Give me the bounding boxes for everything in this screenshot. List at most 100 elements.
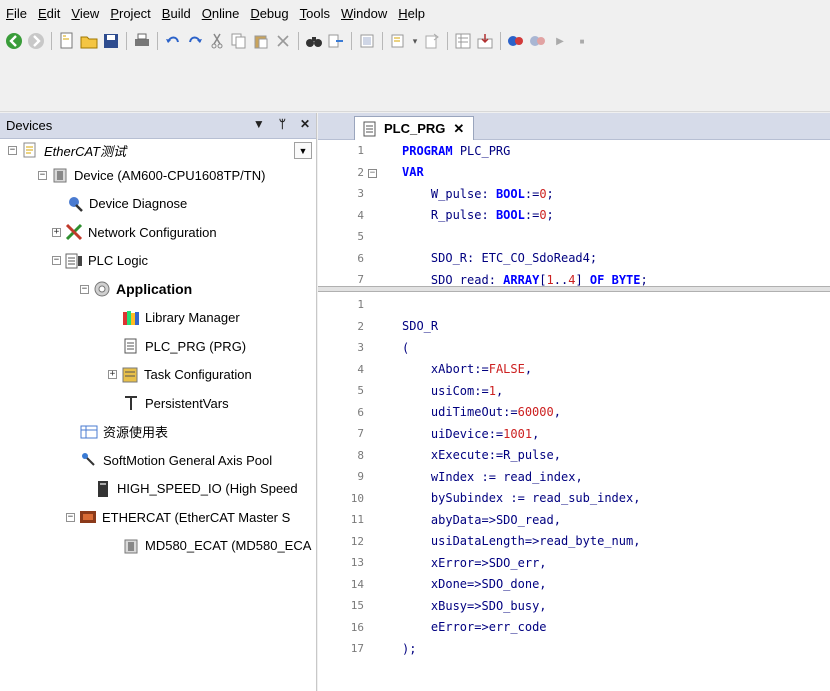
code-line[interactable]: 1 <box>318 294 830 316</box>
menu-view[interactable]: View <box>69 4 108 23</box>
logout-icon[interactable] <box>528 31 548 51</box>
tree-item-ethercat-master[interactable]: − ETHERCAT (EtherCAT Master S <box>0 503 316 532</box>
root-dropdown-icon[interactable]: ▼ <box>294 142 312 159</box>
menu-project[interactable]: Project <box>108 4 159 23</box>
tree-item-high-speed-io[interactable]: HIGH_SPEED_IO (High Speed <box>0 475 316 504</box>
code-text: ( <box>402 341 409 355</box>
collapse-icon[interactable]: − <box>52 256 61 266</box>
tree-item-library-manager[interactable]: Library Manager <box>0 304 316 333</box>
code-line[interactable]: 15 xBusy=>SDO_busy, <box>318 595 830 617</box>
code-token: usiCom <box>430 383 475 398</box>
menu-edit[interactable]: Edit <box>36 4 69 23</box>
menu-tools[interactable]: Tools <box>298 4 339 23</box>
forward-icon[interactable] <box>26 31 46 51</box>
tree-item-resource-table[interactable]: 资源使用表 <box>0 418 316 447</box>
code-line[interactable]: 17); <box>318 638 830 660</box>
build-icon[interactable] <box>453 31 473 51</box>
collapse-icon[interactable]: − <box>66 512 75 522</box>
cut-icon[interactable] <box>207 31 227 51</box>
undo-icon[interactable] <box>163 31 183 51</box>
tree-item-plc-logic[interactable]: − PLC Logic <box>0 247 316 276</box>
dropdown-arrow-icon[interactable]: ▾ <box>410 31 420 51</box>
open-folder-icon[interactable] <box>79 31 99 51</box>
close-tab-icon[interactable]: ✕ <box>453 121 464 137</box>
add-object-icon[interactable] <box>388 31 408 51</box>
code-line[interactable]: 13 xError=>SDO_err, <box>318 552 830 574</box>
pin-icon[interactable]: ᛘ <box>279 117 286 131</box>
tree-item-application[interactable]: − Application <box>0 275 316 304</box>
menu-window[interactable]: Window <box>339 4 396 23</box>
print-icon[interactable] <box>132 31 152 51</box>
expand-icon[interactable]: + <box>108 370 117 380</box>
delete-icon[interactable] <box>273 31 293 51</box>
run-icon[interactable]: ▶ <box>550 31 570 51</box>
code-line[interactable]: 1 PROGRAM PLC_PRG <box>318 140 830 162</box>
code-line[interactable]: 5 <box>318 226 830 248</box>
close-icon[interactable]: ✕ <box>300 117 310 131</box>
code-line[interactable]: 7 uiDevice:=1001, <box>318 423 830 445</box>
code-line[interactable]: 6 SDO_R: ETC_CO_SdoRead4; <box>318 248 830 270</box>
menu-online[interactable]: Online <box>200 4 249 23</box>
code-line[interactable]: 2 SDO_R <box>318 316 830 338</box>
select-all-icon[interactable] <box>357 31 377 51</box>
code-line[interactable]: 12 usiDataLength=>read_byte_num, <box>318 531 830 553</box>
back-icon[interactable] <box>4 31 24 51</box>
tree-item-device-diagnose[interactable]: Device Diagnose <box>0 190 316 219</box>
find-icon[interactable] <box>304 31 324 51</box>
menu-build[interactable]: Build <box>160 4 200 23</box>
redo-icon[interactable] <box>185 31 205 51</box>
code-line[interactable]: 2− VAR <box>318 162 830 184</box>
line-number: 2 <box>357 165 364 179</box>
menu-file[interactable]: File <box>4 4 36 23</box>
code-line[interactable]: 5 usiCom:=1, <box>318 380 830 402</box>
tree-item-persistent-vars[interactable]: PersistentVars <box>0 389 316 418</box>
menu-debug[interactable]: Debug <box>248 4 297 23</box>
network-config-icon <box>65 223 83 241</box>
code-token: R_pulse <box>503 448 554 463</box>
tree-item-axis-pool[interactable]: SoftMotion General Axis Pool <box>0 446 316 475</box>
tree-item-task-configuration[interactable]: + Task Configuration <box>0 361 316 390</box>
code-token: , <box>539 598 547 613</box>
tab-plc-prg[interactable]: PLC_PRG ✕ <box>354 116 474 140</box>
collapse-icon[interactable]: − <box>38 170 47 180</box>
code-token: ; <box>589 251 598 266</box>
line-number: 5 <box>357 384 364 398</box>
download-icon[interactable] <box>475 31 495 51</box>
implementation-pane[interactable]: 1 2 SDO_R 3(4 xAbort:=FALSE, 5 usiCom:=1, 6 u… <box>318 292 830 660</box>
code-line[interactable]: 3 W_pulse: BOOL:=0; <box>318 183 830 205</box>
tree-item-device[interactable]: − Device (AM600-CPU1608TP/TN) <box>0 161 316 190</box>
fold-icon[interactable]: − <box>368 168 377 178</box>
collapse-icon[interactable]: − <box>80 284 89 294</box>
copy-icon[interactable] <box>229 31 249 51</box>
menu-help[interactable]: Help <box>396 4 434 23</box>
save-icon[interactable] <box>101 31 121 51</box>
declaration-pane[interactable]: 1 PROGRAM PLC_PRG 2− VAR 3 W_pulse: BOOL:=0;… <box>318 140 830 286</box>
stop-icon[interactable]: ■ <box>572 31 592 51</box>
code-line[interactable]: 8 xExecute:=R_pulse, <box>318 445 830 467</box>
code-line[interactable]: 11 abyData=>SDO_read, <box>318 509 830 531</box>
new-file-icon[interactable] <box>57 31 77 51</box>
tree-item-plc-prg[interactable]: PLC_PRG (PRG) <box>0 332 316 361</box>
expand-icon[interactable]: + <box>52 227 61 237</box>
panel-dropdown-icon[interactable]: ▼ <box>253 117 265 131</box>
code-editor: PLC_PRG ✕ 1 PROGRAM PLC_PRG 2− VAR 3 W_pulse… <box>318 113 830 691</box>
code-line[interactable]: 6 udiTimeOut:=60000, <box>318 402 830 424</box>
code-token: read_index <box>503 469 576 484</box>
code-line[interactable]: 4 xAbort:=FALSE, <box>318 359 830 381</box>
export-icon[interactable] <box>422 31 442 51</box>
paste-icon[interactable] <box>251 31 271 51</box>
code-line[interactable]: 9 wIndex := read_index, <box>318 466 830 488</box>
tree-item-md580-ecat[interactable]: MD580_ECAT (MD580_ECA <box>0 532 316 561</box>
replace-icon[interactable] <box>326 31 346 51</box>
tree-item-network-configuration[interactable]: + Network Configuration <box>0 218 316 247</box>
tree-root-project[interactable]: − EtherCAT测试 ▼ <box>0 139 316 161</box>
code-line[interactable]: 14 xDone=>SDO_done, <box>318 574 830 596</box>
collapse-icon[interactable]: − <box>8 145 17 155</box>
code-line[interactable]: 3( <box>318 337 830 359</box>
code-line[interactable]: 16 eError=>err_code <box>318 617 830 639</box>
code-line[interactable]: 4 R_pulse: BOOL:=0; <box>318 205 830 227</box>
login-icon[interactable] <box>506 31 526 51</box>
code-line[interactable]: 7 SDO_read: ARRAY[1..4] OF BYTE; <box>318 269 830 286</box>
code-line[interactable]: 10 bySubindex := read_sub_index, <box>318 488 830 510</box>
